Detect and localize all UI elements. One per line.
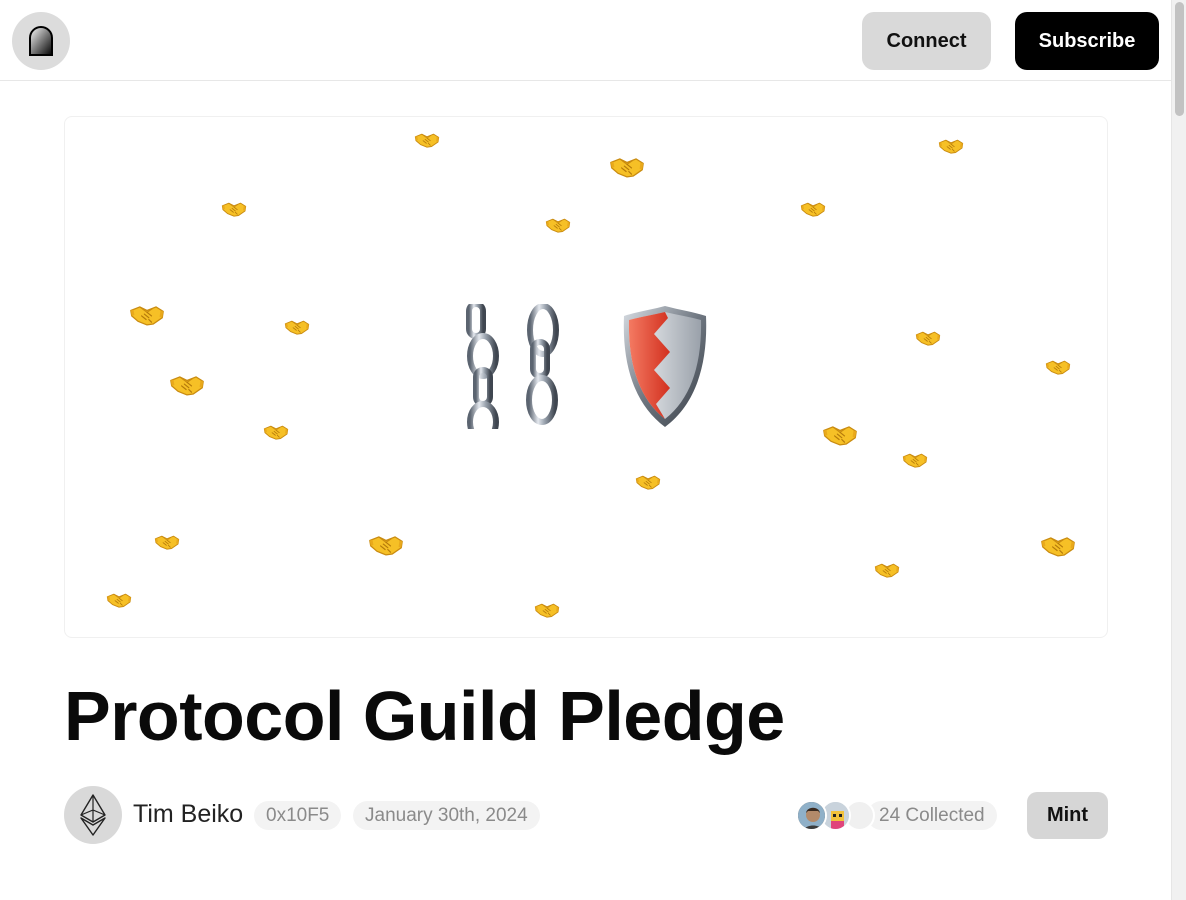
shield-icon <box>623 306 707 427</box>
ethereum-icon <box>80 794 106 836</box>
arch-door-icon <box>29 26 53 56</box>
handshake-icon <box>874 562 900 579</box>
person-icon <box>798 802 825 829</box>
handshake-icon <box>534 602 560 619</box>
top-bar: Connect Subscribe <box>0 0 1171 81</box>
handshake-icon <box>915 330 941 347</box>
handshake-icon <box>1045 359 1071 376</box>
connect-button[interactable]: Connect <box>862 12 991 70</box>
handshake-icon <box>1040 534 1076 558</box>
handshake-icon <box>368 533 404 557</box>
handshake-icon <box>545 217 571 234</box>
handshake-icon <box>154 534 180 551</box>
post-title: Protocol Guild Pledge <box>64 677 785 755</box>
handshake-icon <box>263 424 289 441</box>
handshake-icon <box>414 132 440 149</box>
handshake-icon <box>902 452 928 469</box>
handshake-icon <box>609 155 645 179</box>
handshake-icon <box>106 592 132 609</box>
publish-date: January 30th, 2024 <box>353 801 540 830</box>
handshake-icon <box>284 319 310 336</box>
handshake-icon <box>938 138 964 155</box>
handshake-icon <box>129 303 165 327</box>
collected-count[interactable]: 24 Collected <box>867 801 997 830</box>
author-address-badge[interactable]: 0x10F5 <box>254 801 342 830</box>
broken-chain-icon <box>466 304 559 429</box>
home-logo-button[interactable] <box>12 12 70 70</box>
collector-avatars[interactable] <box>796 800 876 831</box>
handshake-icon <box>800 201 826 218</box>
scrollbar[interactable] <box>1171 0 1186 900</box>
author-avatar[interactable] <box>64 786 122 844</box>
subscribe-button[interactable]: Subscribe <box>1015 12 1159 70</box>
mint-button[interactable]: Mint <box>1027 792 1108 839</box>
handshake-icon <box>221 201 247 218</box>
hero-image <box>64 116 1108 638</box>
collector-avatar <box>796 800 827 831</box>
author-name[interactable]: Tim Beiko <box>133 800 243 829</box>
handshake-icon <box>822 423 858 447</box>
scrollbar-thumb[interactable] <box>1175 2 1184 116</box>
handshake-icon <box>635 474 661 491</box>
handshake-icon <box>169 373 205 397</box>
